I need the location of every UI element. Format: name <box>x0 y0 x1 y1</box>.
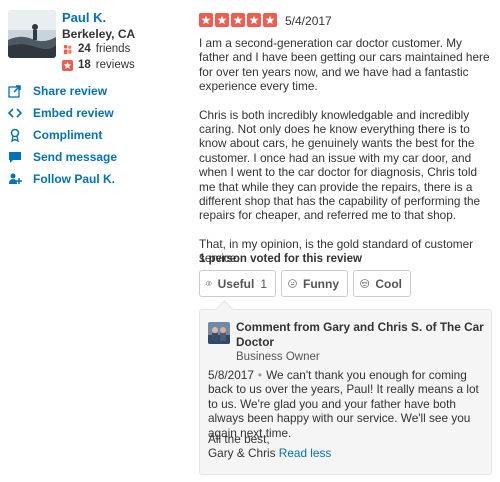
sunglasses-face-icon <box>360 279 370 288</box>
reviews-label: reviews <box>95 59 135 71</box>
useful-label: Useful <box>217 276 255 291</box>
lightbulb-icon <box>206 280 212 287</box>
read-less-link[interactable]: Read less <box>279 446 331 460</box>
share-review-link[interactable]: Share review <box>8 80 188 102</box>
funny-label: Funny <box>303 276 339 291</box>
friends-icon <box>63 44 72 54</box>
vote-summary: 1 person voted for this review <box>199 253 362 265</box>
embed-review-link[interactable]: Embed review <box>8 102 188 124</box>
star-icon <box>263 13 277 27</box>
friends-number: 24 <box>78 43 91 55</box>
share-icon <box>8 84 22 98</box>
friends-label: friends <box>95 43 131 55</box>
message-icon <box>8 150 22 164</box>
friends-count: 24 friends <box>62 43 130 55</box>
share-review-label: Share review <box>33 84 108 98</box>
star-icon <box>215 13 229 27</box>
review-actions: Share review Embed review Compliment Sen… <box>8 80 188 190</box>
signoff-names: Gary & Chris Read less <box>208 446 488 460</box>
compliment-label: Compliment <box>33 128 103 142</box>
owner-avatar[interactable] <box>208 322 230 344</box>
owner-comment-title: Comment from Gary and Chris S. of The Ca… <box>236 320 484 349</box>
user-avatar[interactable] <box>8 10 56 58</box>
compliment-icon <box>8 128 22 142</box>
date-separator: • <box>257 368 263 382</box>
owner-role: Business Owner <box>236 351 320 363</box>
review-paragraph: I am a second-generation car doctor cust… <box>199 36 490 94</box>
embed-icon <box>8 106 22 120</box>
review-text: I am a second-generation car doctor cust… <box>199 36 491 280</box>
useful-count: 1 <box>260 276 267 291</box>
star-rating <box>199 13 277 27</box>
follow-user-link[interactable]: Follow Paul K. <box>8 168 188 190</box>
funny-face-icon <box>288 279 297 288</box>
user-location: Berkeley, CA <box>62 27 136 41</box>
send-message-label: Send message <box>33 150 118 164</box>
star-icon <box>231 13 245 27</box>
review-date: 5/4/2017 <box>285 14 332 28</box>
send-message-link[interactable]: Send message <box>8 146 188 168</box>
reviews-number: 18 <box>78 59 91 71</box>
star-icon <box>199 13 213 27</box>
funny-button[interactable]: Funny <box>281 270 348 297</box>
useful-button[interactable]: Useful 1 <box>199 270 276 297</box>
signoff-line: All the best, <box>208 432 270 446</box>
owner-comment-text: 5/8/2017 • We can't thank you enough for c… <box>208 368 488 440</box>
review-star-icon <box>62 59 73 71</box>
embed-review-label: Embed review <box>33 106 114 120</box>
review-paragraph: Chris is both incredibly knowledgable an… <box>199 107 481 223</box>
star-icon <box>247 13 261 27</box>
signoff-names-text: Gary & Chris <box>208 446 276 461</box>
vote-buttons: Useful 1 Funny Cool <box>199 270 411 297</box>
cool-label: Cool <box>375 276 402 291</box>
user-name[interactable]: Paul K. <box>62 10 106 25</box>
follow-icon <box>8 172 22 186</box>
compliment-link[interactable]: Compliment <box>8 124 188 146</box>
cool-button[interactable]: Cool <box>353 270 411 297</box>
owner-comment: Comment from Gary and Chris S. of The Ca… <box>199 309 492 475</box>
owner-comment-date: 5/8/2017 <box>208 368 254 382</box>
follow-user-label: Follow Paul K. <box>33 172 116 186</box>
owner-signoff: All the best, Gary & Chris Read less <box>208 432 488 461</box>
reviews-count: 18 reviews <box>62 59 135 71</box>
